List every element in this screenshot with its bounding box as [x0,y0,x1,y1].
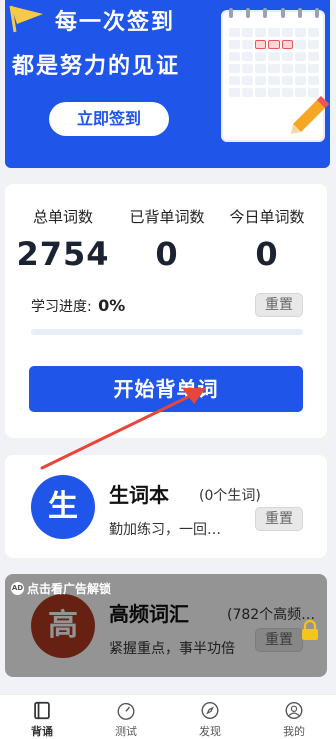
ad-unlock-badge[interactable]: AD 点击看广告解锁 [11,580,111,597]
learned-words-label: 已背单词数 [129,208,205,226]
nav-discover[interactable]: 发现 [168,695,252,739]
nav-test[interactable]: 测试 [84,695,168,739]
total-words-label: 总单词数 [32,208,93,226]
flag-icon [9,5,43,33]
ad-unlock-label: 点击看广告解锁 [27,582,112,596]
nav-recite-label: 背诵 [31,725,53,738]
signin-banner: 每一次签到 都是努力的见证 立即签到 [5,0,330,168]
ad-icon: AD [11,582,24,595]
book-icon [34,701,50,720]
signin-button[interactable]: 立即签到 [49,102,169,136]
gauge-icon [117,702,135,720]
nav-recite[interactable]: 背诵 [0,695,84,739]
new-words-reset-button[interactable]: 重置 [255,507,303,531]
learned-words-value: 0 [155,235,179,273]
today-words-label: 今日单词数 [229,208,305,226]
progress-value: 0% [98,296,126,315]
new-words-count: (0个生词) [199,488,261,504]
nav-mine-label: 我的 [283,725,305,738]
lock-icon [302,620,318,640]
new-words-desc: 勤加练习，一回… [109,522,221,538]
progress-label-text: 学习进度: [31,299,92,315]
progress-label: 学习进度: 0% [31,296,125,316]
progress-bar [31,329,303,335]
banner-title: 每一次签到 [55,10,176,35]
learned-words-stat: 已背单词数 0 [115,206,219,273]
new-words-title: 生词本 [109,483,169,507]
nav-discover-label: 发现 [199,725,221,738]
high-freq-card[interactable]: 高 高频词汇 (782个高频… 紧握重点，事半功倍 重置 AD 点击看广告解锁 [5,574,327,677]
start-memorize-button[interactable]: 开始背单词 [29,366,303,412]
today-words-value: 0 [255,235,279,273]
nav-mine[interactable]: 我的 [252,695,336,739]
banner-subtitle: 都是努力的见证 [12,54,181,79]
new-words-icon: 生 [31,475,95,539]
new-words-card[interactable]: 生 生词本 (0个生词) 勤加练习，一回… 重置 [5,455,327,558]
progress-reset-button[interactable]: 重置 [255,293,303,317]
today-words-stat: 今日单词数 0 [217,206,317,273]
bottom-nav: 背诵 测试 发现 我的 [0,694,336,739]
nav-test-label: 测试 [115,725,137,738]
stats-card: 总单词数 2754 已背单词数 0 今日单词数 0 学习进度: 0% 重置 开始… [5,184,327,438]
total-words-value: 2754 [16,235,110,273]
user-icon [285,702,303,719]
pencil-icon [291,96,329,134]
compass-icon [201,702,219,719]
total-words-stat: 总单词数 2754 [13,206,113,273]
